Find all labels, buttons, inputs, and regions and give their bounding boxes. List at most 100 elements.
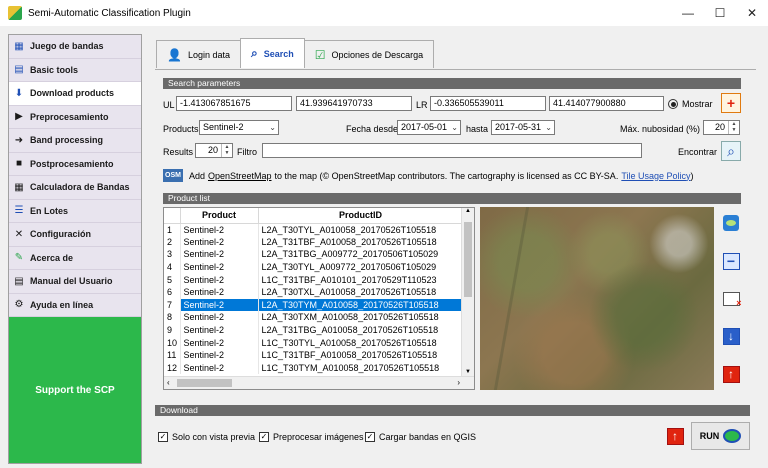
productid-cell[interactable]: L2A_T31TBF_A010058_20170526T105518: [258, 235, 464, 249]
table-row[interactable]: 3 Sentinel-2 L2A_T31TBG_A009772_20170506T1…: [164, 248, 464, 261]
osm-row: OSM Add OpenStreetMap to the map (© Open…: [163, 169, 694, 182]
table-row[interactable]: 6 Sentinel-2 L2A_T30TXL_A010058_20170526T1…: [164, 285, 464, 299]
arrow-down-icon: ↓: [722, 327, 740, 345]
sidebar-item-user-manual[interactable]: ▤ Manual del Usuario: [9, 270, 141, 294]
load-qgis-checkbox[interactable]: ✓ Cargar bandas en QGIS: [365, 432, 476, 442]
table-row[interactable]: 4 Sentinel-2 L2A_T30TYL_A009772_20170506T1…: [164, 260, 464, 274]
sidebar-item-band-processing[interactable]: ➜ Band processing: [9, 129, 141, 153]
tab-search[interactable]: ⌕ Search: [240, 38, 305, 68]
sidebar-item-online-help[interactable]: ⚙ Ayuda en línea: [9, 293, 141, 317]
only-preview-checkbox[interactable]: ✓ Solo con vista previa: [158, 432, 255, 442]
date-from-picker[interactable]: 2017-05-01 ⌄: [397, 120, 461, 135]
table-row[interactable]: 1 Sentinel-2 L2A_T30TYL_A010058_20170526T1…: [164, 223, 464, 236]
tab-download-options[interactable]: ☑ Opciones de Descarga: [303, 40, 435, 68]
product-cell[interactable]: Sentinel-2: [180, 348, 259, 362]
osm-link[interactable]: OpenStreetMap: [208, 171, 272, 181]
product-cell[interactable]: Sentinel-2: [180, 273, 259, 286]
cloud-cover-spinner[interactable]: 20 ▲ ▼: [703, 120, 740, 135]
sidebar-item-label: En Lotes: [30, 205, 69, 216]
preprocess-checkbox[interactable]: ✓ Preprocesar imágenes: [259, 432, 364, 442]
scroll-right-icon[interactable]: ›: [457, 378, 460, 387]
productid-cell[interactable]: L1C_T30TYL_A010058_20170526T105518: [258, 336, 464, 349]
sidebar-item-band-set[interactable]: ▦ Juego de bandas: [9, 35, 141, 59]
remove-row-button[interactable]: −: [721, 251, 741, 271]
scroll-down-icon[interactable]: ▼: [462, 369, 474, 375]
productid-cell[interactable]: L2A_T31TBG_A010058_20170526T105518: [258, 323, 464, 337]
table-row[interactable]: 9 Sentinel-2 L2A_T31TBG_A010058_20170526T1…: [164, 323, 464, 337]
clear-table-button[interactable]: ×: [721, 289, 742, 309]
sidebar-item-postprocessing[interactable]: ■ Postprocesamiento: [9, 152, 141, 176]
productid-cell[interactable]: L2A_T31TBG_A009772_20170506T105029: [258, 248, 464, 261]
sidebar-item-basic-tools[interactable]: ▤ Basic tools: [9, 58, 141, 82]
product-cell[interactable]: Sentinel-2: [180, 311, 259, 324]
productid-cell[interactable]: L2A_T30TXL_A010058_20170526T105518: [258, 285, 464, 299]
productid-cell[interactable]: L2A_T30TYL_A010058_20170526T105518: [258, 223, 464, 236]
osm-icon[interactable]: OSM: [163, 169, 183, 182]
product-cell[interactable]: Sentinel-2: [180, 336, 259, 349]
table-row[interactable]: 5 Sentinel-2 L1C_T31TBF_A010101_20170529T1…: [164, 273, 464, 286]
table-row[interactable]: 2 Sentinel-2 L2A_T31TBF_A010058_20170526T1…: [164, 235, 464, 249]
table-row[interactable]: 11 Sentinel-2 L1C_T31TBF_A010058_20170526T…: [164, 348, 464, 362]
export-download-button[interactable]: ↑: [665, 426, 685, 446]
ul-x-field[interactable]: -1.413067851675: [176, 96, 292, 111]
lr-x-field[interactable]: -0.336505539011: [430, 96, 546, 111]
productid-cell[interactable]: L1C_T31TBF_A010101_20170529T110523: [258, 273, 464, 286]
find-button[interactable]: ⌕: [721, 141, 741, 161]
export-links-button[interactable]: ↓: [721, 326, 741, 346]
productid-cell[interactable]: L2A_T30TXM_A010058_20170526T105518: [258, 311, 464, 324]
productid-cell[interactable]: L2A_T30TYL_A009772_20170506T105029: [258, 260, 464, 274]
table-row[interactable]: 7 Sentinel-2 L2A_T30TYM_A010058_20170526T1…: [164, 298, 464, 312]
scroll-up-icon[interactable]: ▲: [462, 208, 474, 214]
products-select[interactable]: Sentinel-2 ⌄: [199, 120, 279, 135]
import-button[interactable]: ↑: [721, 364, 741, 384]
productid-cell[interactable]: L1C_T31TBF_A010058_20170526T105518: [258, 348, 464, 362]
date-to-picker[interactable]: 2017-05-31 ⌄: [491, 120, 555, 135]
scp-app-icon: [8, 6, 22, 20]
vertical-scroll-thumb[interactable]: [464, 222, 472, 297]
sidebar-item-download-products[interactable]: ⬇ Download products: [9, 82, 141, 106]
preprocess-label: Preprocesar imágenes: [273, 432, 364, 442]
tile-usage-policy-link[interactable]: Tile Usage Policy: [621, 171, 690, 181]
horizontal-scroll-thumb[interactable]: [177, 379, 232, 387]
scroll-left-icon[interactable]: ‹: [167, 378, 170, 387]
add-area-button[interactable]: +: [721, 93, 741, 113]
productid-cell[interactable]: L2A_T30TYM_A010058_20170526T105518: [258, 298, 464, 312]
sidebar-item-batch[interactable]: ☰ En Lotes: [9, 199, 141, 223]
sidebar-item-about[interactable]: ✎ Acerca de: [9, 246, 141, 270]
product-cell[interactable]: Sentinel-2: [180, 223, 259, 236]
product-cell[interactable]: Sentinel-2: [180, 235, 259, 249]
filter-input[interactable]: [262, 143, 642, 158]
spinner-arrows-icon[interactable]: ▲ ▼: [221, 144, 232, 157]
table-row[interactable]: 10 Sentinel-2 L1C_T30TYL_A010058_20170526T…: [164, 336, 464, 349]
column-header-productid[interactable]: ProductID: [258, 208, 464, 224]
horizontal-scrollbar[interactable]: ‹ ›: [164, 376, 474, 389]
product-cell[interactable]: Sentinel-2: [180, 260, 259, 274]
run-button[interactable]: RUN: [691, 422, 750, 450]
product-cell[interactable]: Sentinel-2: [180, 248, 259, 261]
row-number: 3: [164, 248, 181, 261]
maximize-button[interactable]: ☐: [704, 0, 736, 26]
productid-cell[interactable]: L1C_T30TYM_A010058_20170526T105518: [258, 361, 464, 375]
tab-login-data[interactable]: 👤 Login data: [156, 40, 241, 68]
product-cell[interactable]: Sentinel-2: [180, 298, 259, 312]
results-spinner[interactable]: 20 ▲ ▼: [195, 143, 233, 158]
table-row[interactable]: 8 Sentinel-2 L2A_T30TXM_A010058_20170526T1…: [164, 311, 464, 324]
close-button[interactable]: ✕: [736, 0, 768, 26]
row-number: 11: [164, 348, 181, 362]
vertical-scrollbar[interactable]: ▲ ▼: [461, 208, 474, 376]
support-scp-button[interactable]: Support the SCP: [9, 317, 141, 463]
ul-y-field[interactable]: 41.939641970733: [296, 96, 412, 111]
lr-y-field[interactable]: 41.414077900880: [549, 96, 664, 111]
show-radio[interactable]: Mostrar: [668, 99, 713, 109]
minimize-button[interactable]: —: [672, 0, 704, 26]
display-preview-button[interactable]: [721, 213, 741, 233]
product-cell[interactable]: Sentinel-2: [180, 285, 259, 299]
spinner-arrows-icon[interactable]: ▲ ▼: [728, 121, 739, 134]
sidebar-item-preprocessing[interactable]: ▶ Preprocesamiento: [9, 105, 141, 129]
column-header-product[interactable]: Product: [180, 208, 259, 224]
sidebar-item-band-calc[interactable]: ▦ Calculadora de Bandas: [9, 176, 141, 200]
product-cell[interactable]: Sentinel-2: [180, 323, 259, 337]
product-cell[interactable]: Sentinel-2: [180, 361, 259, 375]
sidebar-item-settings[interactable]: ✕ Configuración: [9, 223, 141, 247]
table-row[interactable]: 12 Sentinel-2 L1C_T30TYM_A010058_20170526T…: [164, 361, 464, 375]
